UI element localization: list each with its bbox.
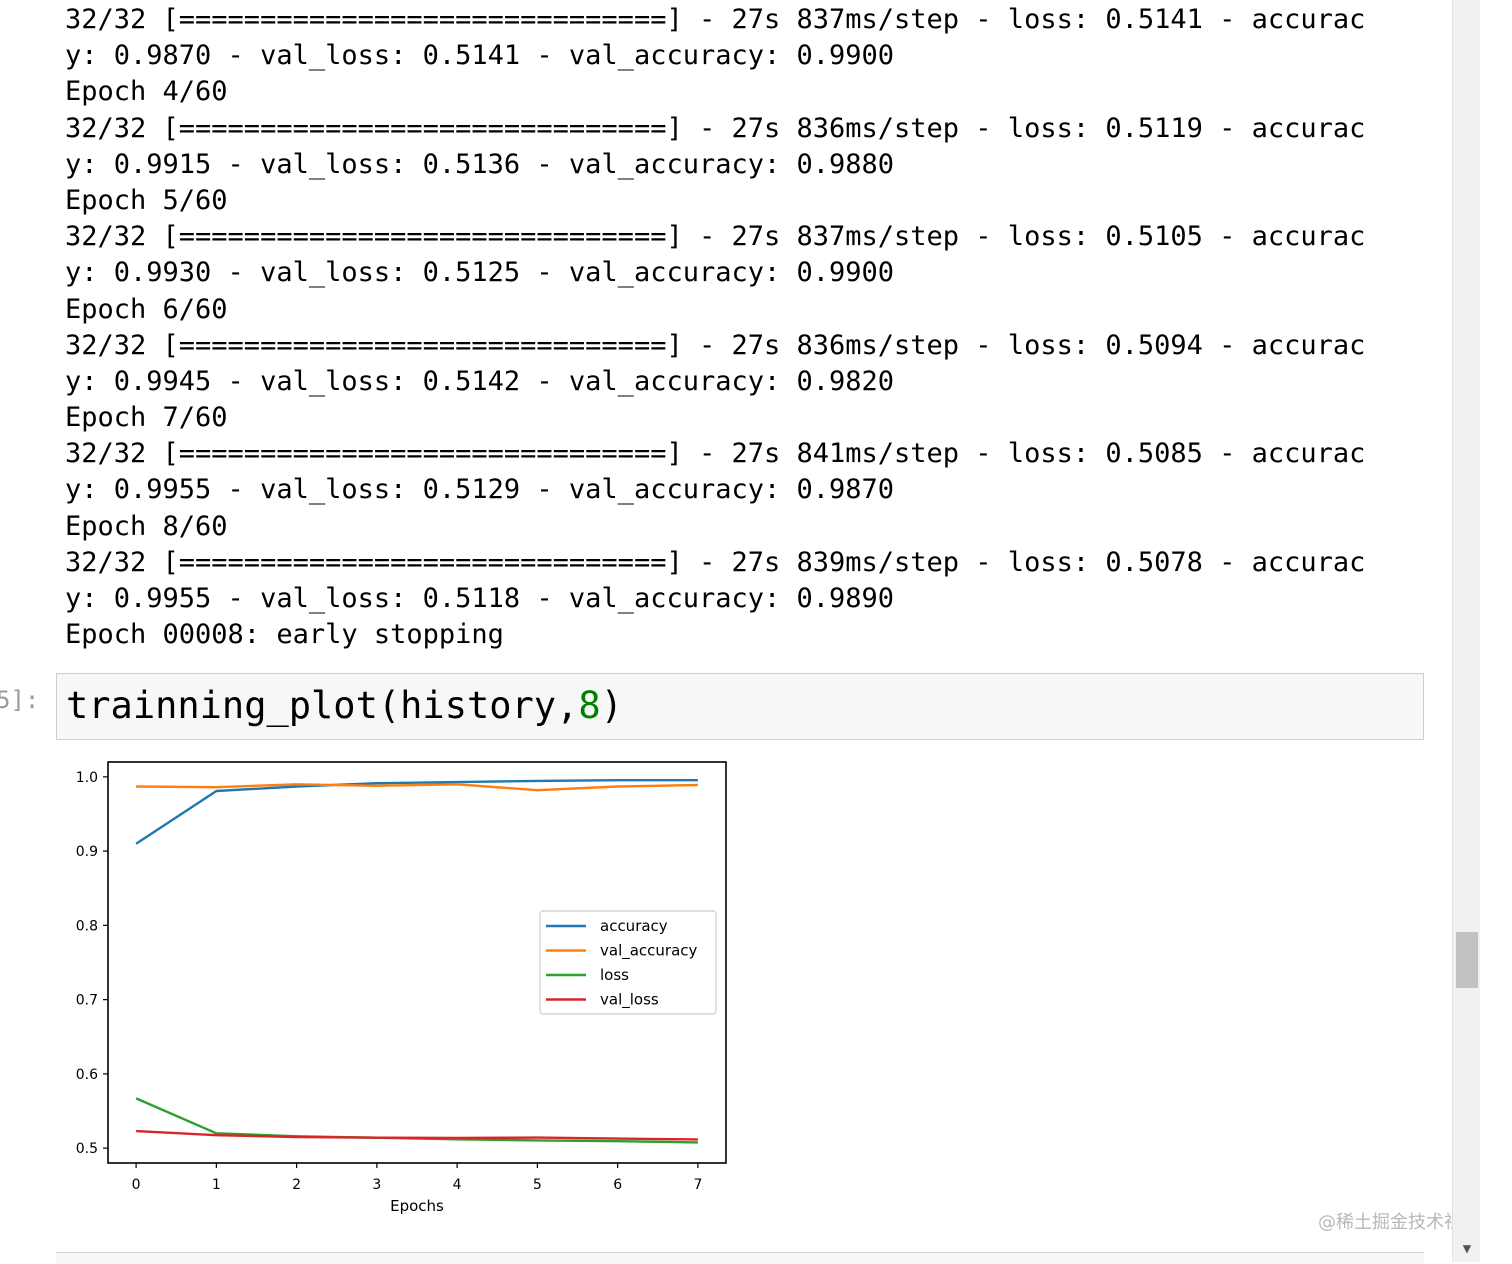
log-line: 32/32 [==============================] -… <box>65 221 1366 253</box>
log-line: 32/32 [==============================] -… <box>65 546 1366 578</box>
x-axis-label: Epochs <box>390 1197 444 1215</box>
legend-label: val_accuracy <box>600 942 698 961</box>
y-tick-label: 1.0 <box>76 770 98 786</box>
log-line: Epoch 7/60 <box>65 402 228 434</box>
code-line[interactable]: trainning_plot(history,8) <box>66 686 623 726</box>
log-line: 32/32 [==============================] -… <box>65 4 1366 35</box>
legend-label: accuracy <box>600 917 668 935</box>
log-line: y: 0.9945 - val_loss: 0.5142 - val_accur… <box>65 365 895 397</box>
y-tick-label: 0.9 <box>76 844 98 860</box>
code-prefix: trainning_plot(history, <box>66 684 579 727</box>
x-tick-label: 3 <box>372 1177 381 1193</box>
y-tick-label: 0.6 <box>76 1067 98 1083</box>
cell-prompt: 5]: <box>0 686 40 714</box>
log-line: Epoch 8/60 <box>65 510 228 542</box>
y-tick-label: 0.8 <box>76 918 98 934</box>
log-line: 32/32 [==============================] -… <box>65 112 1366 144</box>
y-tick-label: 0.7 <box>76 993 98 1009</box>
next-input-cell[interactable] <box>56 1252 1424 1264</box>
log-line: y: 0.9915 - val_loss: 0.5136 - val_accur… <box>65 148 895 180</box>
x-tick-label: 2 <box>292 1177 301 1193</box>
legend-label: loss <box>600 966 629 984</box>
log-line: y: 0.9870 - val_loss: 0.5141 - val_accur… <box>65 40 895 72</box>
log-line: y: 0.9955 - val_loss: 0.5118 - val_accur… <box>65 583 895 614</box>
code-number: 8 <box>578 684 601 727</box>
scrollbar-thumb[interactable] <box>1456 932 1478 988</box>
log-line: Epoch 4/60 <box>65 76 228 108</box>
log-line: Epoch 5/60 <box>65 184 228 216</box>
x-tick-label: 4 <box>453 1177 462 1193</box>
log-line: 32/32 [==============================] -… <box>65 329 1366 361</box>
training-chart: 0 1 2 3 4 5 6 7 0.5 0.6 0.7 0.8 0.9 1.0 Epochs accuracy… <box>56 752 746 1222</box>
training-log: 32/32 [==============================] -… <box>65 2 1365 653</box>
code-suffix: ) <box>600 684 623 727</box>
x-tick-label: 1 <box>212 1177 221 1193</box>
y-tick-label: 0.5 <box>76 1141 98 1157</box>
legend-label: val_loss <box>600 991 659 1010</box>
chart-svg: 0 1 2 3 4 5 6 7 0.5 0.6 0.7 0.8 0.9 1.0 Epochs accuracy… <box>76 761 727 1215</box>
log-line: Epoch 00008: early stopping <box>65 619 504 651</box>
vertical-scrollbar[interactable]: ▼ <box>1452 0 1480 1262</box>
log-line: Epoch 6/60 <box>65 293 228 325</box>
x-tick-label: 5 <box>533 1177 542 1193</box>
x-tick-label: 0 <box>132 1177 141 1193</box>
log-line: 32/32 [==============================] -… <box>65 438 1366 470</box>
x-tick-label: 6 <box>613 1177 622 1193</box>
log-line: y: 0.9930 - val_loss: 0.5125 - val_accur… <box>65 257 895 289</box>
x-tick-label: 7 <box>693 1177 702 1193</box>
scroll-down-arrow-icon[interactable]: ▼ <box>1453 1242 1481 1256</box>
code-input-cell[interactable]: trainning_plot(history,8) <box>56 673 1424 740</box>
log-line: y: 0.9955 - val_loss: 0.5129 - val_accur… <box>65 474 895 506</box>
